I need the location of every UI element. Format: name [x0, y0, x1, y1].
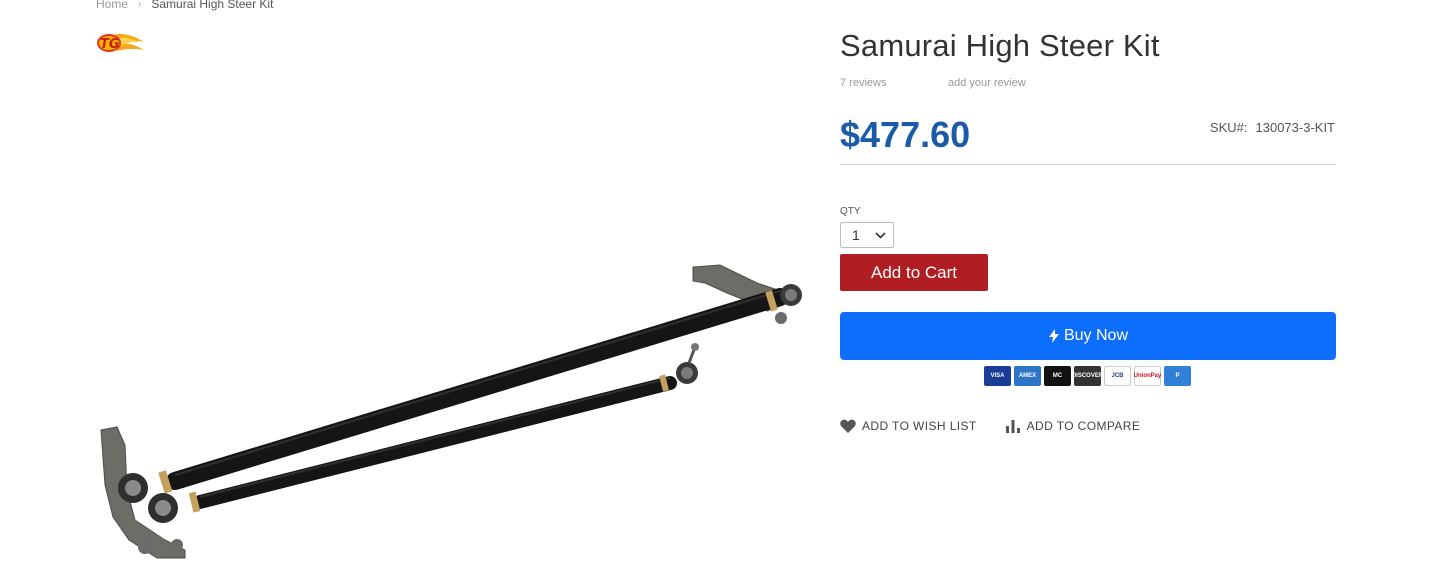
wish-list-label: ADD TO WISH LIST [862, 419, 977, 433]
payment-card-mc: MC [1044, 366, 1071, 386]
breadcrumb: Home › Samurai High Steer Kit [96, 0, 273, 11]
compare-label: ADD TO COMPARE [1026, 419, 1141, 433]
product-title: Samurai High Steer Kit [840, 28, 1160, 63]
payment-card-visa: VISA [984, 366, 1011, 386]
payment-card-unionpay: UnionPay [1134, 366, 1161, 386]
steering-arm [100, 426, 201, 559]
product-image[interactable] [95, 255, 810, 575]
sku: SKU#: 130073-3-KIT [1210, 120, 1335, 135]
sku-value: 130073-3-KIT [1255, 120, 1336, 135]
buy-now-button[interactable]: Buy Now [840, 312, 1336, 360]
payment-card-amex: AMEX [1014, 366, 1041, 386]
add-review-link[interactable]: add your review [948, 77, 1026, 89]
product-actions: ADD TO WISH LIST ADD TO COMPARE [840, 419, 1140, 433]
brand-logo[interactable]: TG [95, 30, 145, 56]
quantity-select[interactable]: 1 [840, 222, 894, 248]
payment-icons: VISA AMEX MC DISCOVER JCB UnionPay P [984, 366, 1191, 386]
breadcrumb-home-link[interactable]: Home [96, 0, 128, 11]
add-to-cart-button[interactable]: Add to Cart [840, 254, 988, 291]
product-price: $477.60 [840, 114, 971, 155]
payment-card-discover: DISCOVER [1072, 366, 1103, 386]
chevron-down-icon [875, 231, 886, 239]
qty-label: QTY [840, 206, 861, 217]
bar-chart-icon [1005, 420, 1020, 433]
divider [840, 164, 1336, 165]
heart-icon [840, 419, 856, 433]
breadcrumb-separator: › [138, 0, 142, 10]
brand-logo-text: TG [100, 37, 120, 52]
breadcrumb-current: Samurai High Steer Kit [151, 0, 274, 11]
quantity-value: 1 [852, 227, 860, 243]
payment-card-jcb: JCB [1104, 366, 1131, 386]
buy-now-label: Buy Now [1063, 327, 1129, 344]
review-count[interactable]: 7 reviews [840, 77, 886, 89]
sku-label: SKU#: [1209, 120, 1248, 135]
add-to-compare-button[interactable]: ADD TO COMPARE [1005, 419, 1141, 433]
right-tie-rod-end [676, 284, 802, 384]
bolt-icon [1048, 329, 1059, 343]
payment-card-p: P [1164, 366, 1191, 386]
drag-link-bar [166, 288, 789, 490]
add-to-wish-list-button[interactable]: ADD TO WISH LIST [840, 419, 977, 433]
